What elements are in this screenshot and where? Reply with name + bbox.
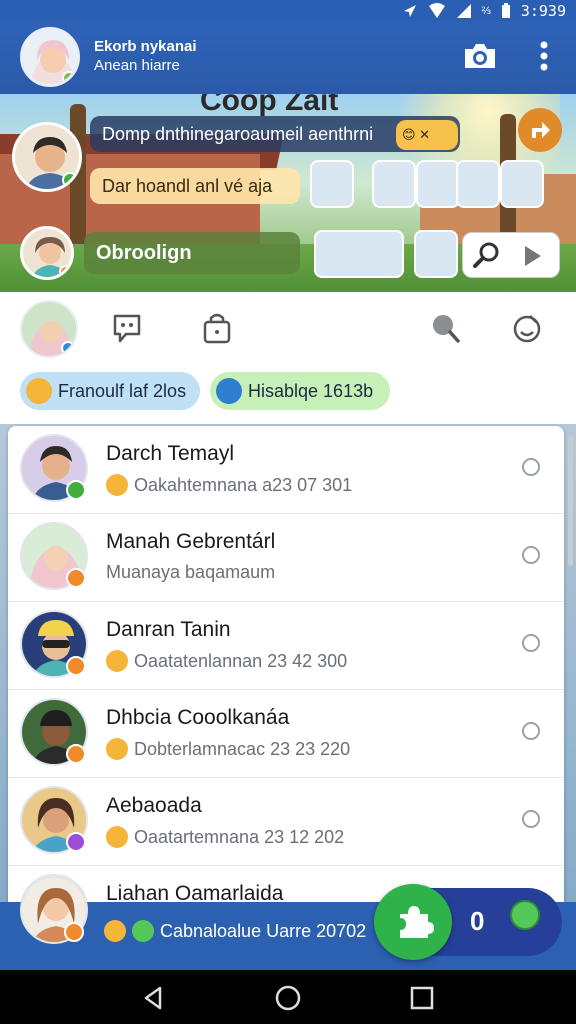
hero-thumbnail[interactable] [500, 160, 544, 208]
my-status-avatar[interactable] [20, 300, 78, 358]
smile-emoji-icon [106, 474, 128, 496]
hero-thumbnail[interactable] [456, 160, 500, 208]
hero-thumbnail[interactable] [414, 230, 458, 278]
hero-badge-emoji: 😊 ✕ [402, 127, 431, 142]
play-icon [525, 246, 541, 266]
online-badge [66, 480, 86, 500]
chat-bubble-icon[interactable] [110, 310, 144, 346]
filter-chip[interactable]: Hisablqe 1613b [210, 372, 390, 410]
status-bar: ⅔ 3:939 [0, 0, 576, 22]
contact-row[interactable]: Aebaoada Oaatartemnana 23 12 202 [8, 778, 564, 866]
contact-row[interactable]: Danran Tanin Oaatatenlannan 23 42 300 [8, 602, 564, 690]
contact-name: Darch Temayl [106, 442, 234, 465]
status-time: 3:939 [520, 2, 566, 20]
scrollbar[interactable] [568, 436, 573, 566]
app-subtitle: Anean hiarre [94, 57, 180, 74]
hero-message-pill[interactable]: Dar hoandl anl vé aja [90, 168, 300, 204]
camera-icon[interactable] [462, 40, 498, 72]
wifi-icon [428, 3, 445, 18]
contact-message: Dobterlamnacac 23 23 220 [106, 738, 350, 760]
chip-label: Franoulf laf 2los [58, 380, 187, 401]
status-icons: ⅔ 3:939 [402, 2, 566, 20]
contact-message: Cabnaloalue Uarre 20702 [104, 920, 366, 942]
select-radio[interactable] [522, 810, 540, 828]
new-chat-fab[interactable] [374, 884, 452, 960]
battery-icon [501, 3, 510, 18]
filter-chip[interactable]: Franoulf laf 2los [20, 372, 200, 410]
hero-message-pill[interactable]: 😊 ✕ [396, 120, 458, 150]
emoji-icon[interactable] [510, 900, 540, 930]
status-badge [66, 568, 86, 588]
search-icon[interactable] [428, 310, 462, 346]
hero-banner: Coop Zait Domp dnthinegaroaumeil aenthrn… [0, 94, 576, 292]
signal-icon [456, 4, 471, 18]
profile-avatar[interactable] [20, 27, 80, 87]
contact-name: Danran Tanin [106, 618, 231, 641]
hero-search-box[interactable] [462, 232, 560, 278]
app-title: Ekorb nykanai [94, 38, 197, 55]
hero-avatar[interactable] [20, 226, 74, 280]
more-vertical-icon[interactable] [530, 38, 558, 74]
contact-message: Muanaya baqamaum [106, 562, 275, 583]
contact-message-text: Dobterlamnacac 23 23 220 [134, 738, 351, 759]
contact-message-text: Oakahtemnana a23 07 301 [134, 474, 353, 495]
contact-message-text: Cabnaloalue Uarre 20702 [160, 920, 367, 941]
recents-icon[interactable] [408, 984, 436, 1012]
select-radio[interactable] [522, 546, 540, 564]
hero-thumbnail[interactable] [314, 230, 404, 278]
contact-name: Dhbcia Cooolkanáa [106, 706, 290, 729]
puzzle-icon [400, 906, 434, 938]
select-radio[interactable] [522, 722, 540, 740]
globe-emoji-icon [216, 378, 242, 404]
hero-banner-title: Coop Zait [200, 94, 339, 117]
hero-thumbnail[interactable] [372, 160, 416, 208]
search-icon [473, 242, 499, 268]
back-icon[interactable] [140, 984, 168, 1012]
navigation-arrow-icon [403, 5, 416, 17]
smile-emoji-icon [104, 920, 126, 942]
contact-message-text: Oaatartemnana 23 12 202 [134, 826, 345, 847]
hero-avatar[interactable] [12, 122, 82, 192]
status-badge [66, 656, 86, 676]
contact-message-text: Muanaya baqamaum [106, 562, 276, 582]
chip-label: Hisablqe 1613b [248, 380, 374, 401]
hero-thumbnail[interactable] [416, 160, 460, 208]
hero-message-pill[interactable]: Obroolign [84, 232, 300, 274]
smile-emoji-icon [106, 650, 128, 672]
contact-message: Oaatartemnana 23 12 202 [106, 826, 344, 848]
contact-name: Manah Gebrentárl [106, 530, 276, 553]
emoji-sticker-icon[interactable] [510, 310, 544, 346]
green-emoji-icon [132, 920, 154, 942]
contact-name: Aebaoada [106, 794, 202, 817]
status-badge [64, 922, 84, 942]
hero-share-icon[interactable] [518, 108, 562, 152]
status-badge [66, 744, 86, 764]
status-badge [66, 832, 86, 852]
app-bar: Ekorb nykanai Anean hiarre [0, 22, 576, 94]
shopping-bag-icon[interactable] [200, 310, 234, 346]
hero-thumbnail[interactable] [310, 160, 354, 208]
smile-emoji-icon [106, 738, 128, 760]
contact-message: Oaatatenlannan 23 42 300 [106, 650, 347, 672]
contact-row[interactable]: Darch Temayl Oakahtemnana a23 07 301 [8, 426, 564, 514]
smile-emoji-icon [106, 826, 128, 848]
select-radio[interactable] [522, 458, 540, 476]
system-nav-bar [0, 970, 576, 1024]
contact-row[interactable]: Dhbcia Cooolkanáa Dobterlamnacac 23 23 2… [8, 690, 564, 778]
select-radio[interactable] [522, 634, 540, 652]
contact-message-text: Oaatatenlannan 23 42 300 [134, 650, 348, 671]
contact-message: Oakahtemnana a23 07 301 [106, 474, 352, 496]
contact-row[interactable]: Manah Gebrentárl Muanaya baqamaum [8, 514, 564, 602]
data-indicator: ⅔ [481, 5, 491, 17]
unread-count: 0 [470, 906, 485, 936]
home-icon[interactable] [274, 984, 302, 1012]
quick-actions-bar: Franoulf laf 2los Hisablqe 1613b [0, 292, 576, 424]
smile-emoji-icon [26, 378, 52, 404]
